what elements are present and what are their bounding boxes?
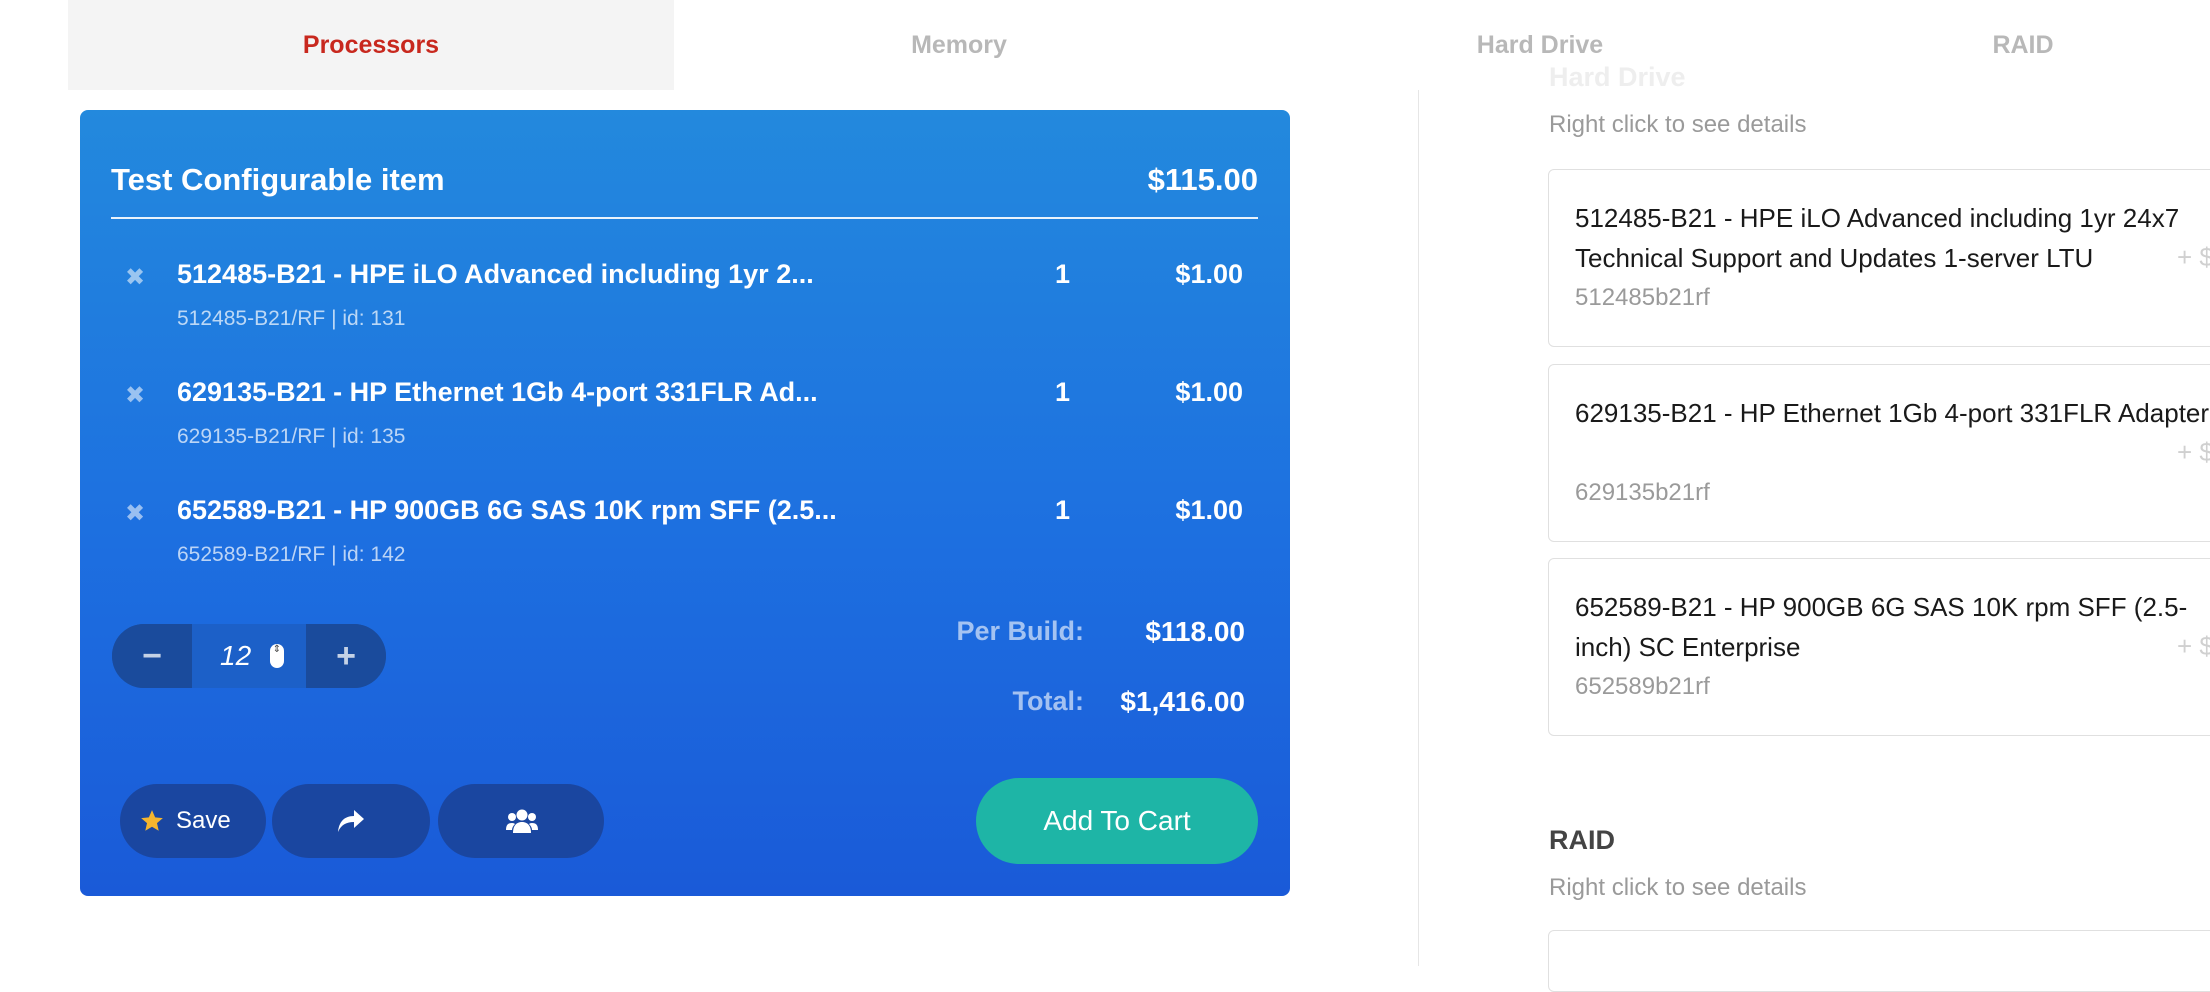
close-icon[interactable]: ✖ <box>125 381 145 410</box>
line-item-name: 652589-B21 - HP 900GB 6G SAS 10K rpm SFF… <box>177 495 837 525</box>
line-item-sku: 629135-B21/RF | id: 135 <box>177 425 406 448</box>
share-button[interactable] <box>272 784 430 858</box>
line-item-qty: 1 <box>1055 377 1071 407</box>
line-item-qty: 1 <box>1055 259 1071 289</box>
total-label: Total: <box>1012 686 1084 716</box>
share-icon <box>338 810 364 832</box>
per-build-value: $118.00 <box>1145 616 1245 647</box>
line-item: ✖ 652589-B21 - HP 900GB 6G SAS 10K rpm S… <box>80 491 1290 591</box>
section-title-hard-drive: Hard Drive <box>1549 62 1686 92</box>
add-part-button[interactable]: + $ <box>2177 242 2210 273</box>
group-build-button[interactable] <box>438 784 604 858</box>
part-card[interactable]: 629135-B21 - HP Ethernet 1Gb 4-port 331F… <box>1548 364 2210 542</box>
per-build-label: Per Build: <box>956 616 1084 646</box>
line-item-price: $1.00 <box>1175 377 1243 407</box>
tab-hard-drive[interactable]: Hard Drive <box>1244 0 1836 90</box>
category-tabs: Processors Memory Hard Drive RAID <box>0 0 2210 90</box>
close-icon[interactable]: ✖ <box>125 263 145 292</box>
add-to-cart-button[interactable]: Add To Cart <box>976 778 1258 864</box>
part-sku: 652589b21rf <box>1575 673 1710 700</box>
line-item-qty: 1 <box>1055 495 1071 525</box>
save-button-label: Save <box>176 807 231 834</box>
section-hint: Right click to see details <box>1549 874 1807 901</box>
star-icon <box>141 810 163 831</box>
tab-processors[interactable]: Processors <box>68 0 674 90</box>
total-value: $1,416.00 <box>1120 686 1245 717</box>
add-part-button[interactable]: + $ <box>2177 631 2210 662</box>
add-part-button[interactable]: + $ <box>2177 437 2210 468</box>
close-icon[interactable]: ✖ <box>125 499 145 528</box>
line-item: ✖ 512485-B21 - HPE iLO Advanced includin… <box>80 255 1290 355</box>
line-item-sku: 512485-B21/RF | id: 131 <box>177 307 406 330</box>
decrement-button[interactable]: − <box>112 624 192 688</box>
part-name: 512485-B21 - HPE iLO Advanced including … <box>1575 203 2180 273</box>
part-card[interactable]: 512485-B21 - HPE iLO Advanced including … <box>1548 169 2210 347</box>
tab-raid[interactable]: RAID <box>1836 0 2210 90</box>
part-sku: 629135b21rf <box>1575 479 1710 506</box>
part-name: 629135-B21 - HP Ethernet 1Gb 4-port 331F… <box>1575 398 2210 428</box>
line-item-name: 512485-B21 - HPE iLO Advanced including … <box>177 259 814 289</box>
line-item-price: $1.00 <box>1175 259 1243 289</box>
tab-memory[interactable]: Memory <box>674 0 1244 90</box>
line-item-name: 629135-B21 - HP Ethernet 1Gb 4-port 331F… <box>177 377 818 407</box>
part-card[interactable]: 652589-B21 - HP 900GB 6G SAS 10K rpm SFF… <box>1548 558 2210 736</box>
panel-divider <box>1418 90 1419 966</box>
line-item: ✖ 629135-B21 - HP Ethernet 1Gb 4-port 33… <box>80 373 1290 473</box>
save-button[interactable]: Save <box>120 784 266 858</box>
build-base-price: $115.00 <box>1147 162 1258 197</box>
increment-button[interactable]: + <box>306 624 386 688</box>
spinner-icon[interactable]: ⇕ <box>270 644 284 668</box>
section-title-raid: RAID <box>1549 825 1615 855</box>
quantity-input[interactable]: 12 ⇕ <box>192 624 306 688</box>
line-item-sku: 652589-B21/RF | id: 142 <box>177 543 406 566</box>
part-card[interactable] <box>1548 930 2210 992</box>
quantity-stepper: − 12 ⇕ + <box>112 624 386 688</box>
section-hint: Right click to see details <box>1549 111 1807 138</box>
build-title: Test Configurable item <box>111 162 445 197</box>
quantity-value: 12 <box>220 640 252 671</box>
part-name: 652589-B21 - HP 900GB 6G SAS 10K rpm SFF… <box>1575 592 2188 662</box>
divider <box>111 217 1258 219</box>
part-sku: 512485b21rf <box>1575 284 1710 311</box>
build-summary-card: Test Configurable item $115.00 ✖ 512485-… <box>80 110 1290 896</box>
users-icon <box>506 809 538 833</box>
line-item-price: $1.00 <box>1175 495 1243 525</box>
